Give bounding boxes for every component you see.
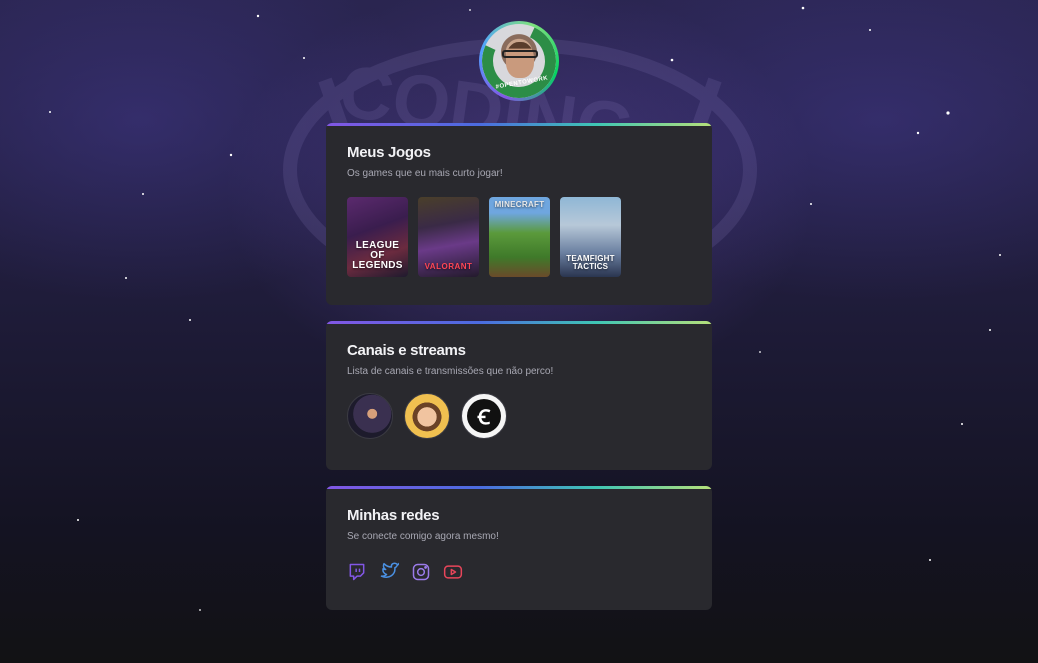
- profile-face: [506, 42, 534, 78]
- channels-card: Canais e streams Lista de canais e trans…: [326, 321, 712, 470]
- games-card: Meus Jogos Os games que eu mais curto jo…: [326, 123, 712, 305]
- profile-avatar[interactable]: #OPENTOWORK: [479, 21, 559, 101]
- social-links: [347, 562, 691, 582]
- twitter-link[interactable]: [379, 562, 399, 582]
- game-title: TEAMFIGHT TACTICS: [566, 254, 615, 271]
- youtube-link[interactable]: [443, 562, 463, 582]
- glasses-icon: [502, 50, 538, 58]
- channel-avatar-3[interactable]: Ꞓ: [461, 393, 507, 439]
- channel-logo-icon: Ꞓ: [467, 399, 501, 433]
- instagram-icon: [412, 563, 430, 581]
- game-title: LEAGUE OF LEGENDS: [352, 240, 403, 271]
- twitch-icon: [349, 563, 365, 581]
- game-league-of-legends[interactable]: LEAGUE OF LEGENDS: [347, 197, 408, 277]
- social-card-title: Minhas redes: [347, 507, 440, 524]
- twitter-icon: [380, 562, 399, 578]
- games-card-title: Meus Jogos: [347, 144, 431, 161]
- social-card: Minhas redes Se conecte comigo agora mes…: [326, 486, 712, 610]
- game-teamfight-tactics[interactable]: TEAMFIGHT TACTICS: [560, 197, 621, 277]
- games-list: LEAGUE OF LEGENDS VALORANT MINECRAFT TEA…: [347, 197, 691, 277]
- twitch-link[interactable]: [347, 562, 367, 582]
- channels-list: Ꞓ: [347, 393, 691, 439]
- game-title: VALORANT: [424, 262, 473, 271]
- channel-avatar-2[interactable]: [404, 393, 450, 439]
- channels-card-subtitle: Lista de canais e transmissões que não p…: [347, 366, 554, 377]
- social-card-subtitle: Se conecte comigo agora mesmo!: [347, 531, 499, 542]
- games-card-subtitle: Os games que eu mais curto jogar!: [347, 168, 503, 179]
- game-title: MINECRAFT: [494, 200, 545, 209]
- youtube-icon: [443, 565, 463, 579]
- profile-photo: #OPENTOWORK: [482, 24, 556, 98]
- instagram-link[interactable]: [411, 562, 431, 582]
- game-valorant[interactable]: VALORANT: [418, 197, 479, 277]
- channel-avatar-1[interactable]: [347, 393, 393, 439]
- game-minecraft[interactable]: MINECRAFT: [489, 197, 550, 277]
- channels-card-title: Canais e streams: [347, 342, 466, 359]
